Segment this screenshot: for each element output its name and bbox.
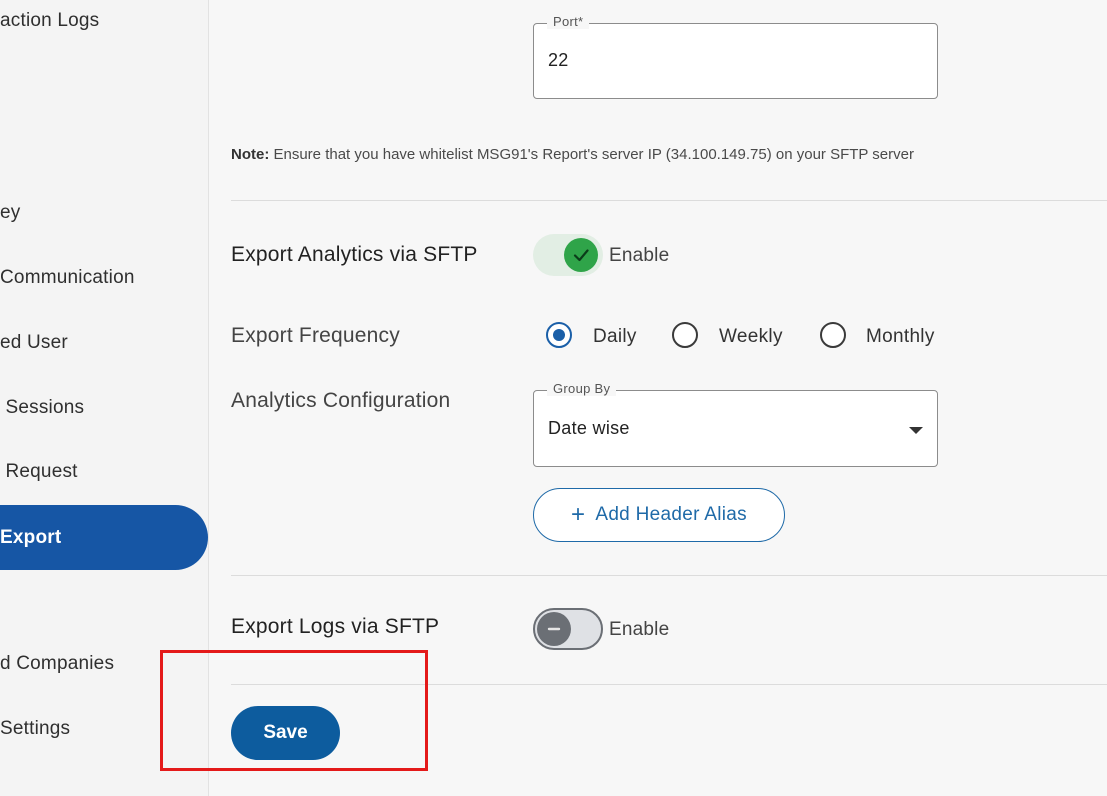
port-field[interactable]: Port* 22 <box>533 14 938 99</box>
add-header-alias-button[interactable]: + Add Header Alias <box>533 488 785 542</box>
sidebar-item-communication[interactable]: Communication <box>0 267 135 289</box>
export-logs-title: Export Logs via SFTP <box>231 615 440 638</box>
port-field-label: Port* <box>547 14 590 29</box>
radio-weekly-label[interactable]: Weekly <box>719 326 783 348</box>
sidebar-item-key[interactable]: ey <box>0 202 20 224</box>
radio-monthly[interactable] <box>820 322 846 348</box>
plus-icon: + <box>571 501 586 528</box>
divider <box>231 200 1107 201</box>
analytics-configuration-label: Analytics Configuration <box>231 389 451 412</box>
export-logs-toggle-label: Enable <box>609 619 670 640</box>
sidebar-item-sessions[interactable]: Sessions <box>0 397 84 419</box>
sidebar-item-request[interactable]: Request <box>0 461 78 483</box>
sidebar-item-settings[interactable]: Settings <box>0 718 70 740</box>
highlight-box <box>160 650 428 771</box>
group-by-select[interactable]: Group By Date wise <box>533 381 938 467</box>
minus-icon <box>547 627 561 631</box>
port-field-value: 22 <box>548 50 569 70</box>
export-logs-toggle[interactable] <box>533 608 603 650</box>
sidebar-item-companies[interactable]: d Companies <box>0 653 114 675</box>
export-analytics-toggle-label: Enable <box>609 245 670 266</box>
export-analytics-toggle[interactable] <box>533 234 603 276</box>
toggle-knob <box>537 612 571 646</box>
radio-weekly[interactable] <box>672 322 698 348</box>
divider <box>231 575 1107 576</box>
export-analytics-title: Export Analytics via SFTP <box>231 243 478 266</box>
check-icon <box>573 249 589 262</box>
note-text: Ensure that you have whitelist MSG91's R… <box>269 146 914 163</box>
radio-monthly-label[interactable]: Monthly <box>866 326 935 348</box>
add-header-alias-label: Add Header Alias <box>595 504 747 525</box>
toggle-knob <box>564 238 598 272</box>
radio-daily-label[interactable]: Daily <box>593 326 637 348</box>
sidebar-item-transaction-logs[interactable]: action Logs <box>0 10 99 32</box>
group-by-label: Group By <box>547 381 617 396</box>
chevron-down-icon[interactable] <box>909 427 923 434</box>
export-frequency-label: Export Frequency <box>231 324 400 347</box>
radio-daily[interactable] <box>546 322 572 348</box>
group-by-value: Date wise <box>548 418 630 438</box>
sidebar-item-export[interactable]: Export <box>0 505 208 570</box>
sftp-note: Note: Ensure that you have whitelist MSG… <box>231 146 914 163</box>
note-bold: Note: <box>231 146 270 163</box>
sidebar-item-user[interactable]: ed User <box>0 332 68 354</box>
